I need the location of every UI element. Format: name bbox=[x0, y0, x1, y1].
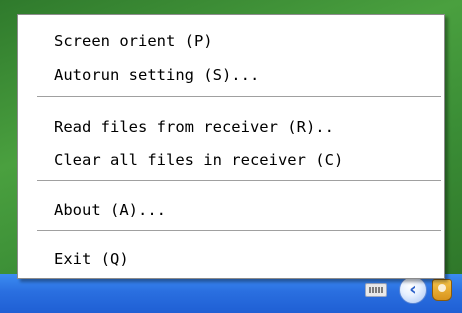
context-menu: Screen orient (P) Autorun setting (S)...… bbox=[17, 14, 445, 279]
menu-item-about[interactable]: About (A)... bbox=[18, 196, 444, 224]
menu-item-read-files[interactable]: Read files from receiver (R).. bbox=[18, 113, 444, 141]
menu-separator bbox=[37, 180, 441, 182]
menu-separator bbox=[37, 96, 441, 98]
menu-item-clear-files[interactable]: Clear all files in receiver (C) bbox=[18, 146, 444, 174]
menu-separator bbox=[37, 230, 441, 232]
menu-item-autorun-setting[interactable]: Autorun setting (S)... bbox=[18, 61, 444, 89]
menu-item-exit[interactable]: Exit (Q) bbox=[18, 245, 444, 273]
taskbar bbox=[0, 274, 462, 313]
chevron-left-icon[interactable]: ‹ bbox=[399, 276, 427, 304]
menu-item-screen-orient[interactable]: Screen orient (P) bbox=[18, 27, 444, 55]
keyboard-icon[interactable] bbox=[365, 283, 387, 297]
app-tray-icon[interactable] bbox=[432, 279, 452, 301]
